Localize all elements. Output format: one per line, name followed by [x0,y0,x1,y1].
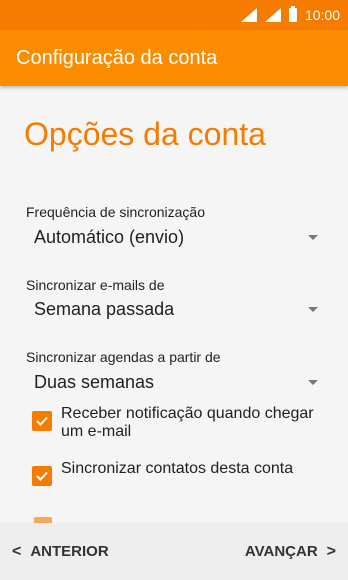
sync-contacts-checkbox[interactable] [32,466,52,486]
sync-frequency-dropdown[interactable]: Automático (envio) [24,222,324,252]
sync-frequency-label: Frequência de sincronização [26,204,205,220]
next-button-label: AVANÇAR [244,543,318,560]
sync-emails-label: Sincronizar e-mails de [26,277,165,293]
app-bar-title: Configuração da conta [16,46,218,69]
checkmark-icon [36,471,48,481]
sync-calendars-dropdown[interactable]: Duas semanas [24,367,324,397]
sync-contacts-checkbox-label: Sincronizar contatos desta conta [61,460,294,477]
status-bar: 10:00 [0,0,348,30]
dropdown-arrow-icon [308,379,318,385]
chevron-right-icon: > [326,542,336,560]
sync-frequency-value: Automático (envio) [34,226,185,247]
signal-icon [264,8,283,22]
page-title: Opções da conta [24,116,266,152]
checkmark-icon [36,416,48,426]
previous-button-label: ANTERIOR [30,543,109,560]
notify-email-checkbox-label: Receber notificação quando chegar um e-m… [61,405,314,440]
dropdown-arrow-icon [308,306,318,312]
sync-contacts-checkbox-row[interactable]: Sincronizar contatos desta conta [32,460,332,486]
dropdown-arrow-icon [308,234,318,240]
sync-calendars-value: Duas semanas [34,371,155,392]
notify-email-checkbox-row[interactable]: Receber notificação quando chegar um e-m… [32,405,332,441]
previous-button[interactable]: < ANTERIOR [12,543,109,561]
notify-email-checkbox[interactable] [32,411,52,431]
sync-emails-value: Semana passada [34,298,175,319]
sync-emails-dropdown[interactable]: Semana passada [24,294,324,324]
sync-calendars-label: Sincronizar agendas a partir de [26,349,221,365]
signal-icon [240,8,259,22]
clock: 10:00 [304,7,340,23]
next-button[interactable]: AVANÇAR > [245,543,336,561]
battery-icon [288,6,297,22]
chevron-left-icon: < [12,542,22,560]
bottom-navigation: < ANTERIOR AVANÇAR > [0,523,348,580]
app-bar: Configuração da conta [0,30,348,86]
